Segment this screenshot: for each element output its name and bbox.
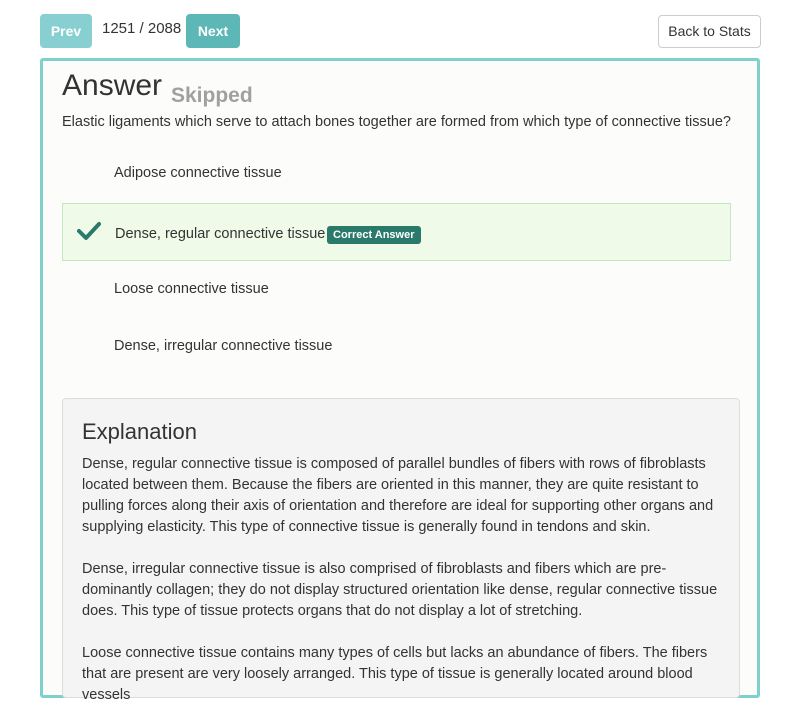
answer-option: Dense, irregular connective tissue [62,320,731,378]
explanation-paragraph: Dense, irregular connective tissue is al… [82,561,718,619]
answer-option: Adipose connective tissue [62,147,731,205]
checkmark-icon [77,222,101,240]
top-navigation: Prev 1251 / 2088 Next Back to Stats [0,0,800,58]
question-text: Elastic ligaments which serve to attach … [62,114,731,130]
next-button[interactable]: Next [186,14,240,48]
answer-option-label: Adipose connective tissue [114,165,282,181]
answer-option-label: Dense, regular connective tissue [115,226,326,242]
answer-heading: Answer [62,69,163,102]
answer-option-correct: Dense, regular connective tissue Correct… [62,203,731,261]
prev-button[interactable]: Prev [40,14,92,48]
answer-option: Loose connective tissue [62,263,731,321]
explanation-paragraph: Dense, regular connective tissue is comp… [82,456,714,535]
back-to-stats-button[interactable]: Back to Stats [658,15,761,48]
correct-answer-badge: Correct Answer [327,226,421,244]
answer-status: Skipped [171,84,253,107]
explanation-paragraph: Loose connective tissue contains many ty… [82,645,708,703]
answer-option-label: Loose connective tissue [114,281,269,297]
answer-panel: Answer Skipped Elastic ligaments which s… [40,58,760,703]
explanation-heading: Explanation [82,419,197,444]
answer-option-label: Dense, irregular connective tissue [114,338,333,354]
question-counter: 1251 / 2088 [102,20,182,37]
explanation-box: Explanation Dense, regular connective ti… [62,398,740,703]
